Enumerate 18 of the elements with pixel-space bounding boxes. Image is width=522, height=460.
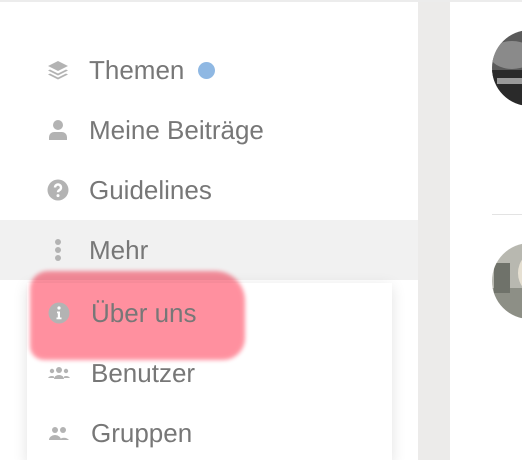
- sidebar-item[interactable]: Mehr: [0, 220, 418, 280]
- sidebar-label: Guidelines: [89, 174, 212, 206]
- menu-label: Über uns: [91, 296, 196, 330]
- layers-icon: [46, 58, 70, 82]
- sidebar-label: Meine Beiträge: [89, 114, 264, 146]
- menu-item[interactable]: Benutzer: [47, 354, 196, 392]
- menu-label: Gruppen: [91, 416, 192, 450]
- menu-label: Benutzer: [91, 356, 196, 390]
- more-vertical-icon: [54, 238, 62, 262]
- sidebar-item[interactable]: Themen: [0, 40, 418, 100]
- sidebar-label: Mehr: [89, 234, 148, 266]
- sidebar-item[interactable]: Meine Beiträge: [0, 100, 418, 160]
- user-icon: [46, 118, 70, 142]
- sidebar-label: Themen: [89, 54, 184, 86]
- sidebar-item[interactable]: Guidelines: [0, 160, 418, 220]
- help-icon: [46, 178, 70, 202]
- info-icon: [47, 301, 71, 325]
- menu-item[interactable]: Gruppen: [47, 414, 192, 452]
